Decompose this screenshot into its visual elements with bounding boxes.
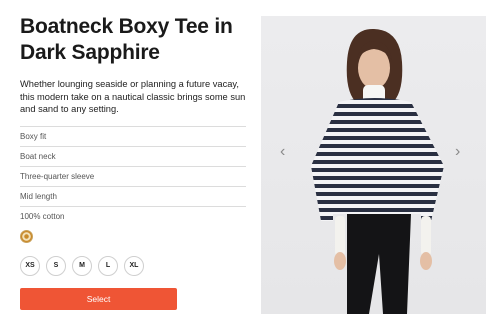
feature-item: Boat neck bbox=[20, 147, 246, 167]
feature-list: Boxy fit Boat neck Three-quarter sleeve … bbox=[20, 125, 246, 226]
feature-item: Boxy fit bbox=[20, 127, 246, 147]
product-title: Boatneck Boxy Tee in Dark Sapphire bbox=[20, 15, 233, 64]
product-description: Whether lounging seaside or planning a f… bbox=[20, 79, 246, 115]
size-option-l[interactable]: L bbox=[98, 255, 118, 276]
feature-item: Three-quarter sleeve bbox=[20, 167, 246, 187]
gallery-next-icon[interactable]: › bbox=[455, 143, 460, 161]
color-swatches bbox=[20, 226, 246, 248]
select-button[interactable]: Select bbox=[20, 287, 177, 310]
size-option-xs[interactable]: XS bbox=[20, 255, 40, 276]
gallery-prev-icon[interactable]: ‹ bbox=[280, 143, 285, 161]
sun-pattern-swatch-icon[interactable] bbox=[20, 230, 33, 244]
size-selector: XS S M L XL bbox=[20, 255, 246, 276]
product-details: Boatneck Boxy Tee in Dark Sapphire Wheth… bbox=[20, 14, 246, 310]
model-illustration bbox=[311, 28, 444, 314]
product-photo bbox=[261, 16, 486, 314]
size-option-m[interactable]: M bbox=[72, 255, 92, 276]
feature-item: 100% cotton bbox=[20, 211, 65, 221]
feature-item: Mid length bbox=[20, 187, 246, 207]
size-option-s[interactable]: S bbox=[46, 255, 66, 276]
size-option-xl[interactable]: XL bbox=[124, 255, 144, 276]
